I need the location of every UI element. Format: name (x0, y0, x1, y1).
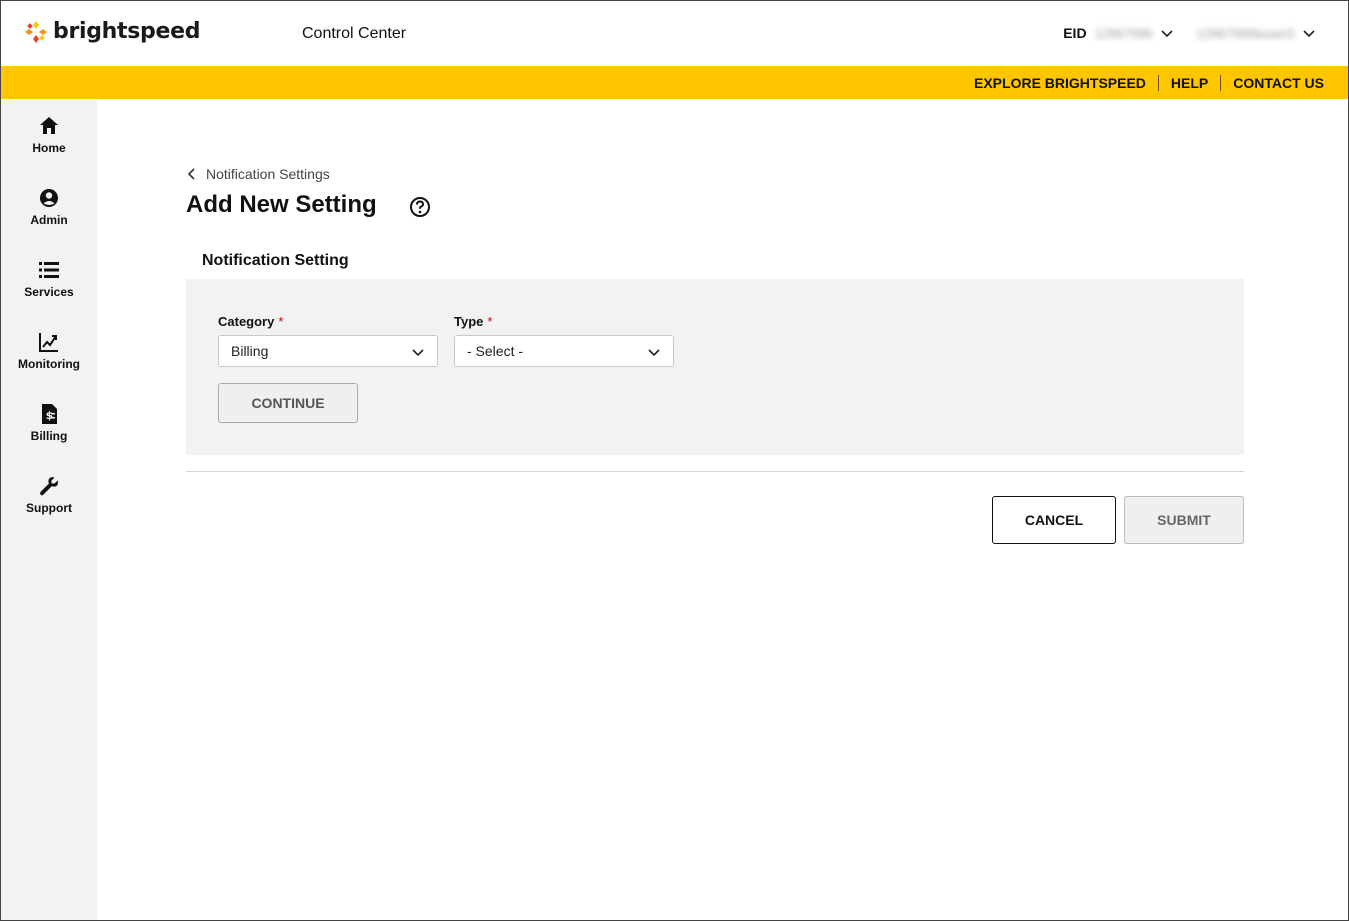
chevron-down-icon[interactable] (1160, 26, 1174, 40)
notification-setting-panel: Category * Billing Type * - Select - CONTI… (186, 279, 1244, 455)
type-select[interactable]: - Select - (454, 335, 674, 367)
required-mark: * (278, 314, 284, 329)
account-selector: EID 12967586 12967586buser3 (1063, 25, 1316, 41)
sidebar-item-label: Services (24, 285, 74, 299)
sidebar-item-admin[interactable]: Admin (1, 187, 97, 247)
app-title: Control Center (302, 25, 407, 42)
svg-text:$: $ (46, 409, 54, 422)
sidebar-item-label: Home (32, 141, 66, 155)
divider (1220, 74, 1222, 91)
required-mark: * (487, 314, 493, 329)
category-select[interactable]: Billing (218, 335, 438, 367)
sidebar-item-home[interactable]: Home (1, 115, 97, 175)
brand-logo[interactable]: brightspeed (25, 19, 201, 44)
type-label: Type * (454, 314, 492, 329)
section-title: Notification Setting (202, 252, 349, 269)
utility-link-explore[interactable]: EXPLORE BRIGHTSPEED (974, 75, 1146, 91)
sidebar-item-label: Admin (30, 213, 68, 227)
utility-nav-bar: EXPLORE BRIGHTSPEED HELP CONTACT US (1, 66, 1348, 99)
page-title: Add New Setting (186, 191, 377, 218)
brightspeed-logo-icon (25, 20, 47, 43)
user-circle-icon (40, 189, 58, 207)
sidebar-item-label: Support (26, 501, 72, 515)
type-label-text: Type (454, 314, 484, 329)
sidebar-item-support[interactable]: Support (1, 475, 97, 535)
cancel-button[interactable]: CANCEL (992, 496, 1116, 544)
chevron-left-icon (187, 168, 195, 180)
divider (186, 471, 1244, 472)
top-header: brightspeed Control Center EID 12967586 … (1, 1, 1348, 66)
list-icon (39, 262, 59, 278)
help-icon[interactable] (409, 196, 431, 218)
utility-link-help[interactable]: HELP (1171, 75, 1208, 91)
home-icon (40, 117, 58, 134)
user-value[interactable]: 12967586buser3 (1196, 26, 1294, 41)
continue-button[interactable]: CONTINUE (218, 383, 358, 423)
category-label-text: Category (218, 314, 275, 329)
category-selected-value: Billing (231, 343, 269, 359)
chevron-down-icon (412, 349, 424, 357)
sidebar-item-monitoring[interactable]: Monitoring (1, 331, 97, 391)
chevron-down-icon (648, 349, 660, 357)
app-window: brightspeed Control Center EID 12967586 … (0, 0, 1349, 921)
divider (1157, 74, 1159, 91)
utility-link-contact[interactable]: CONTACT US (1233, 75, 1324, 91)
chevron-down-icon[interactable] (1302, 26, 1316, 40)
sidebar-item-services[interactable]: Services (1, 259, 97, 319)
sidebar-item-label: Monitoring (18, 357, 80, 371)
eid-value[interactable]: 12967586 (1095, 26, 1153, 41)
utility-nav: EXPLORE BRIGHTSPEED HELP CONTACT US (974, 66, 1324, 99)
brand-name: brightspeed (53, 19, 201, 44)
sidebar-item-billing[interactable]: $ Billing (1, 403, 97, 463)
wrench-icon (40, 477, 58, 496)
breadcrumb-link[interactable]: Notification Settings (206, 166, 330, 182)
category-label: Category * (218, 314, 283, 329)
type-selected-value: - Select - (467, 343, 524, 359)
sidebar-item-label: Billing (30, 429, 68, 443)
eid-label: EID (1063, 25, 1087, 41)
invoice-icon: $ (42, 404, 57, 424)
sidebar: Home Admin Services Monitoring $ Billing… (1, 99, 97, 920)
submit-button[interactable]: SUBMIT (1124, 496, 1244, 544)
chart-line-icon (39, 333, 58, 352)
breadcrumb[interactable]: Notification Settings (186, 166, 330, 182)
